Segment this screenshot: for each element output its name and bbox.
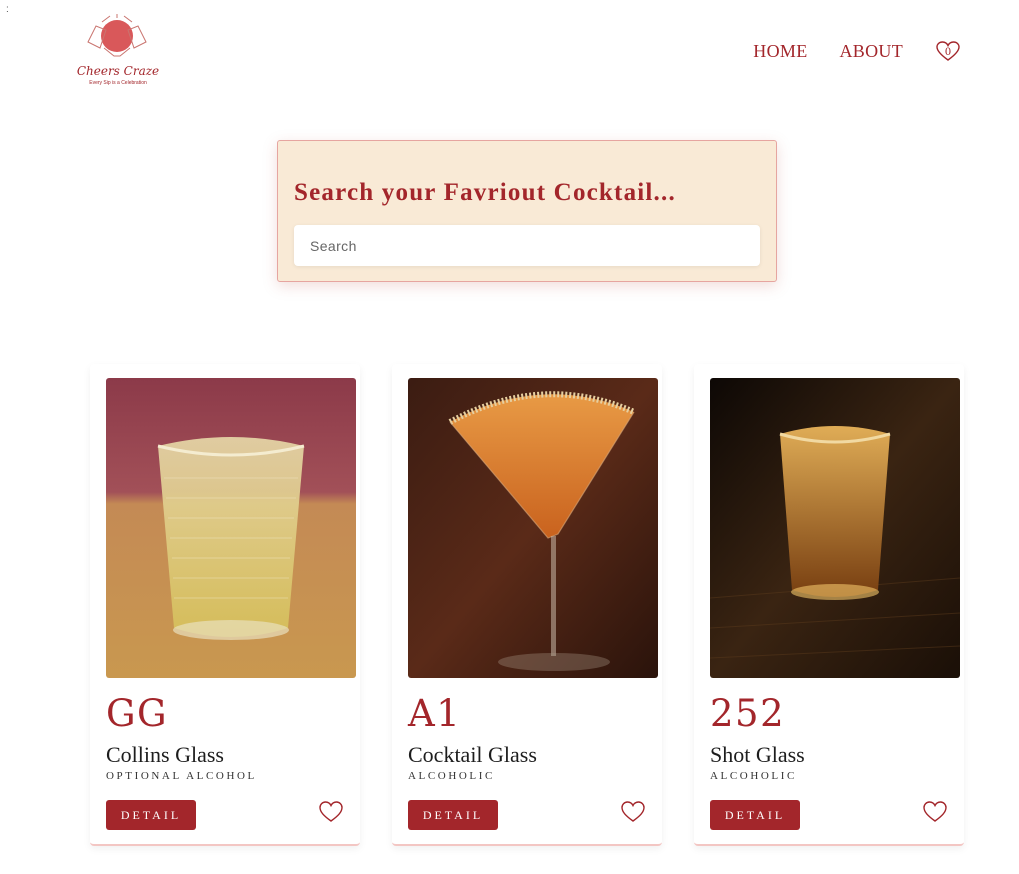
cocktail-card: A1 Cocktail Glass ALCOHOLIC DETAIL [392,364,662,846]
nav-home-link[interactable]: HOME [753,41,807,62]
cocktail-glass: Collins Glass [106,742,224,767]
cocktail-card: 252 Shot Glass ALCOHOLIC DETAIL [694,364,964,846]
detail-button[interactable]: DETAIL [106,800,196,830]
cocktail-glass: Cocktail Glass [408,742,537,767]
favorites-count: 0 [945,43,951,58]
search-title: Search your Favriout Cocktail... [294,179,676,206]
search-panel: Search your Favriout Cocktail... [277,140,777,282]
cocktail-card: GG Collins Glass OPTIONAL ALCOHOL DETAIL [90,364,360,846]
favorite-button[interactable] [620,800,646,824]
cocktail-image[interactable] [106,378,356,678]
cocktail-id: A1 [408,692,462,735]
detail-button[interactable]: DETAIL [408,800,498,830]
cocktail-type: ALCOHOLIC [408,770,495,782]
heart-outline-icon [319,801,343,822]
brand-logo[interactable]: Cheers Craze Every Sip is a Celebration [74,12,160,90]
heart-outline-icon [621,801,645,822]
cocktail-type: OPTIONAL ALCOHOL [106,770,257,782]
favorite-button[interactable] [318,800,344,824]
heart-outline-icon [923,801,947,822]
cocktail-glass: Shot Glass [710,742,805,767]
cocktail-id: 252 [710,692,786,735]
cocktail-grid: GG Collins Glass OPTIONAL ALCOHOL DETAIL [90,364,964,846]
favorites-button[interactable]: 0 [935,40,961,62]
logo-tagline: Every Sip is a Celebration [89,80,147,86]
logo-name: Cheers Craze [76,64,160,78]
search-input[interactable] [294,225,760,266]
detail-button[interactable]: DETAIL [710,800,800,830]
main-nav: HOME ABOUT 0 [753,40,961,62]
cocktail-image[interactable] [408,378,658,678]
cocktail-id: GG [106,692,169,735]
corner-mark: : [6,4,9,15]
logo-mark-icon [87,14,147,57]
cocktail-image[interactable] [710,378,960,678]
favorite-button[interactable] [922,800,948,824]
cocktail-type: ALCOHOLIC [710,770,797,782]
nav-about-link[interactable]: ABOUT [840,41,904,62]
